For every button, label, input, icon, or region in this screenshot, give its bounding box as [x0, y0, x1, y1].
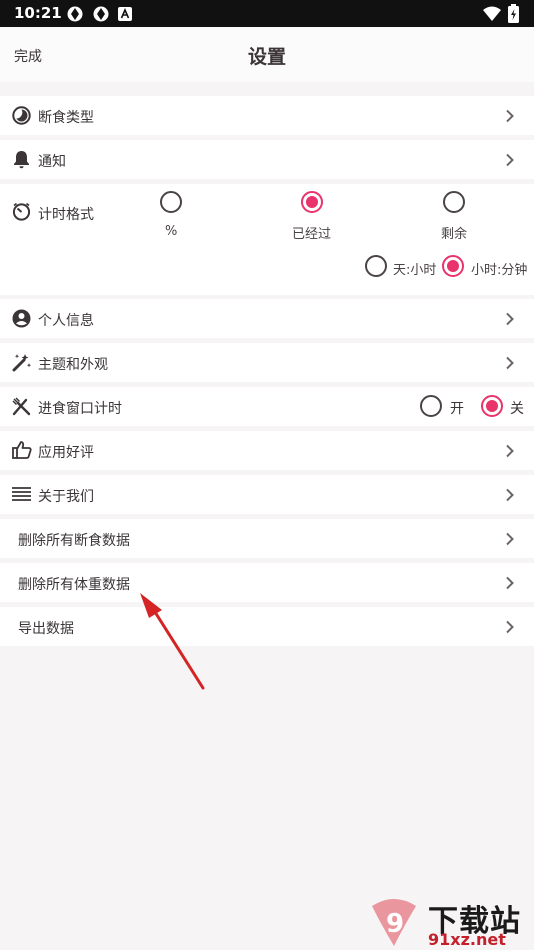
annotation-arrow-icon [140, 593, 205, 690]
watermark-site: 91xz.net [428, 930, 506, 949]
watermark: 9 下载站 91xz.net [364, 896, 534, 950]
svg-text:9: 9 [386, 909, 404, 939]
watermark-logo-icon: 9 [372, 899, 416, 946]
